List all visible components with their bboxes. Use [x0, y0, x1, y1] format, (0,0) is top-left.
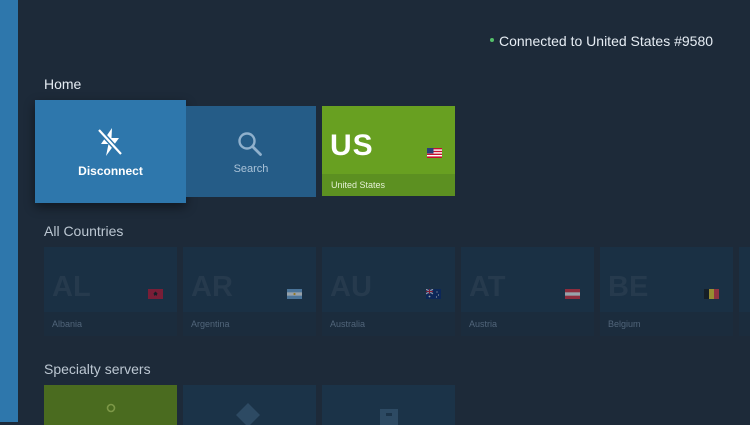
disconnect-button[interactable]: Disconnect	[35, 100, 186, 203]
current-country-tile[interactable]: US United States	[322, 106, 455, 196]
us-flag-icon	[427, 148, 442, 158]
country-code: AU	[330, 271, 372, 303]
country-name: Austria	[469, 319, 498, 329]
country-tile-australia[interactable]: AU Australia	[322, 247, 455, 336]
specialty-tile-1[interactable]	[44, 385, 177, 425]
current-country-name: United States	[331, 180, 386, 190]
albania-flag-icon	[148, 289, 163, 299]
search-label: Search	[233, 163, 269, 175]
specialty-tile-2[interactable]	[183, 385, 316, 425]
connection-status: Connected to United States #9580	[490, 33, 713, 49]
left-rail	[0, 0, 18, 422]
country-tile-albania[interactable]: AL Albania	[44, 247, 177, 336]
section-title-specialty-servers: Specialty servers	[44, 361, 151, 377]
australia-flag-icon	[426, 289, 441, 299]
country-code: AT	[469, 271, 506, 303]
connection-status-text: Connected to United States #9580	[499, 33, 714, 49]
country-name: Australia	[330, 319, 366, 329]
lightning-off-icon	[97, 128, 123, 156]
country-tile-austria[interactable]: AT Austria	[461, 247, 594, 336]
country-name: Belgium	[608, 319, 641, 329]
country-tile-partial[interactable]	[739, 247, 750, 336]
country-code: AL	[52, 271, 91, 303]
country-code: AR	[191, 271, 233, 303]
p2p-icon	[236, 403, 260, 425]
country-tile-argentina[interactable]: AR Argentina	[183, 247, 316, 336]
country-name: Albania	[52, 319, 83, 329]
country-code: BE	[608, 271, 649, 303]
disconnect-label: Disconnect	[78, 164, 143, 178]
section-title-all-countries: All Countries	[44, 223, 124, 239]
server-icon	[380, 409, 398, 425]
search-icon	[238, 132, 262, 156]
current-country-code: US	[330, 129, 374, 162]
specialty-tile-3[interactable]	[322, 385, 455, 425]
onion-icon	[106, 403, 116, 413]
search-button[interactable]: Search	[186, 106, 316, 197]
section-title-home: Home	[44, 76, 82, 92]
status-dot-icon	[490, 38, 494, 43]
country-tile-belgium[interactable]: BE Belgium	[600, 247, 733, 336]
austria-flag-icon	[565, 289, 580, 299]
country-footer	[739, 312, 750, 336]
belgium-flag-icon	[704, 289, 719, 299]
argentina-flag-icon	[287, 289, 302, 299]
country-name: Argentina	[191, 319, 230, 329]
